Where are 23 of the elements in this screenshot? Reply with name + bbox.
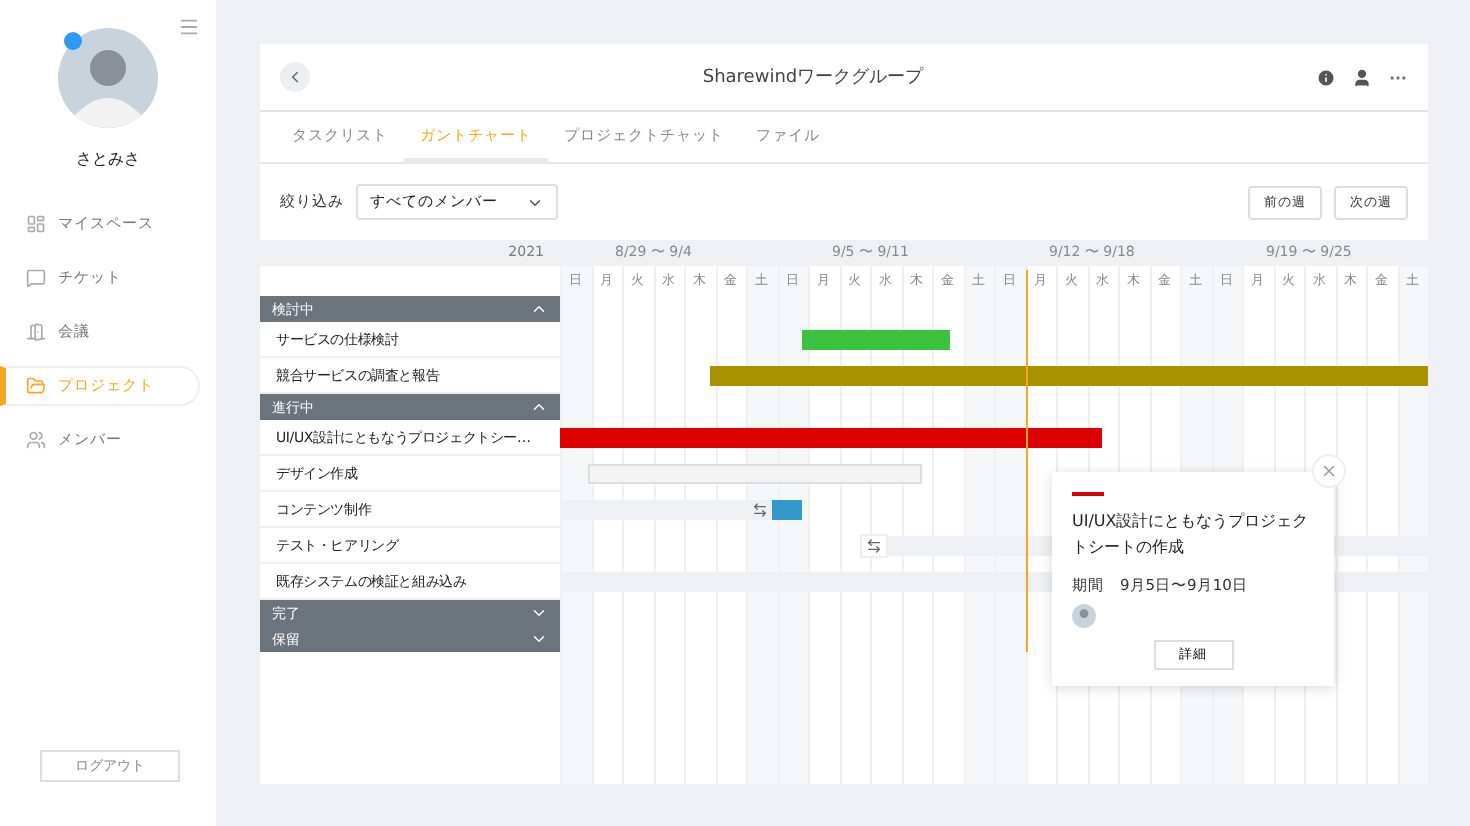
resize-handle[interactable] xyxy=(860,534,889,558)
folder-icon xyxy=(26,376,46,396)
chat-icon xyxy=(26,268,46,288)
users-icon xyxy=(26,430,46,450)
user-icon[interactable] xyxy=(1352,67,1372,87)
door-icon xyxy=(26,322,46,342)
resize-icon xyxy=(866,538,883,554)
window-title: Sharewindワークグループ xyxy=(700,64,926,90)
avatar xyxy=(58,28,158,128)
close-icon xyxy=(1320,462,1338,480)
back-button[interactable] xyxy=(280,62,310,92)
chevron-up-icon xyxy=(530,398,548,416)
user-name: さとみさ xyxy=(74,148,142,170)
task-title: UI/UX設計にともなうプロジェクトシートの作成 xyxy=(1072,510,1311,560)
dashboard-icon xyxy=(26,214,46,234)
resize-icon[interactable] xyxy=(751,502,768,518)
avatar xyxy=(1072,604,1096,628)
info-icon[interactable] xyxy=(1316,67,1336,87)
menu-icon[interactable] xyxy=(178,16,200,38)
chevron-up-icon xyxy=(530,300,548,318)
task-bar[interactable] xyxy=(771,500,802,520)
close-button[interactable] xyxy=(1312,454,1346,488)
back-icon xyxy=(286,68,304,86)
